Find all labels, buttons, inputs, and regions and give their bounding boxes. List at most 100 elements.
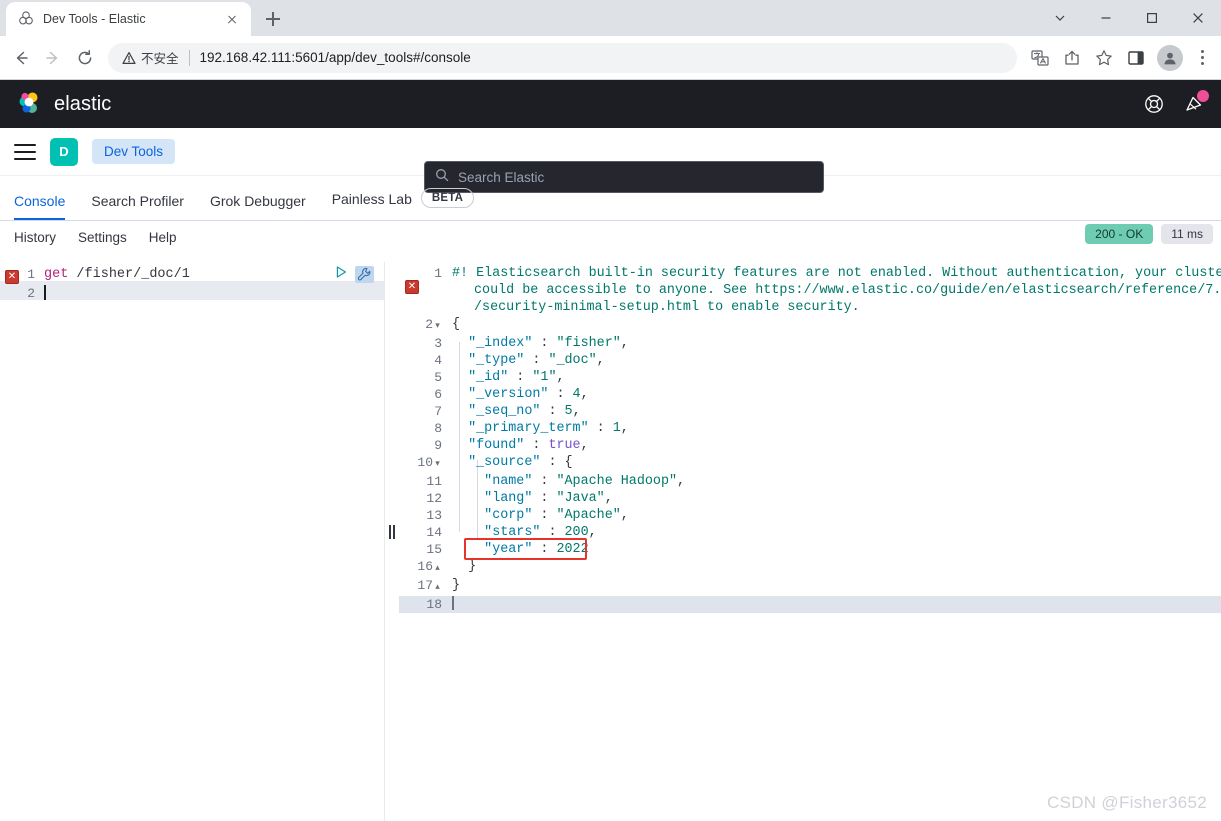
response-time-badge: 11 ms [1161,224,1213,244]
unfold-toggle-icon[interactable]: ▴ [433,560,442,577]
editor-line[interactable]: 2 [0,284,385,303]
editor-lines: ✕ 1 get /fisher/_doc/1 2 [0,265,385,303]
profile-avatar-icon[interactable] [1157,44,1183,71]
response-line-number: 4 [434,353,442,368]
pane-splitter[interactable] [385,262,399,821]
editor-line-number: ✕ 1 [0,267,44,284]
hamburger-menu-icon[interactable] [14,143,36,160]
response-line-code: "corp" : "Apache", [484,508,629,523]
minimize-icon[interactable] [1083,2,1129,34]
response-line-number: 8 [434,421,442,436]
translate-icon[interactable] [1025,43,1055,73]
response-line: 17 ▴ } [399,577,1221,596]
browser-tab[interactable]: Dev Tools - Elastic [6,2,251,36]
console-menu-settings[interactable]: Settings [78,230,127,245]
response-line-year-highlighted: 15 "year" : 2022 [399,541,1221,558]
elastic-global-header: elastic Search Elastic [0,80,1221,193]
response-line-number: 9 [434,438,442,453]
bookmark-star-icon[interactable] [1089,43,1119,73]
fold-toggle-icon[interactable]: ▾ [433,318,442,335]
tab-search-profiler[interactable]: Search Profiler [91,193,184,220]
whats-new-announcement-icon[interactable] [1183,90,1209,115]
console-menu-bar: History Settings Help 200 - OK 11 ms [0,221,1221,253]
response-line: 12 "lang" : "Java", [399,490,1221,507]
response-line: 7 "_seq_no" : 5, [399,403,1221,420]
response-line-number: 1 [434,266,442,281]
response-editor[interactable]: ✕ 1 #! Elasticsearch built-in security f… [399,262,1221,821]
tab-search-profiler-label: Search Profiler [91,193,184,209]
tab-painless-lab-label: Painless Lab [331,190,412,207]
drag-handle-icon[interactable] [388,524,396,540]
omnibox-divider [188,49,190,66]
warning-triangle-icon [122,51,136,64]
chrome-menu-icon[interactable] [1189,45,1215,71]
response-line-code: "name" : "Apache Hadoop", [484,474,686,489]
response-line-number: 14 [426,525,442,540]
response-line: /security-minimal-setup.html to enable s… [399,299,1221,316]
editor-caret[interactable] [44,285,46,301]
request-path: /fisher/_doc/1 [76,267,190,282]
help-lifebuoy-icon[interactable] [1143,93,1165,115]
response-line: 4 "_type" : "_doc", [399,352,1221,369]
browser-toolbar: 不安全 192.168.42.111:5601/app/dev_tools#/c… [0,36,1221,80]
header-right-actions [1143,80,1209,128]
response-line-number: 15 [426,542,442,557]
console-menu-help[interactable]: Help [149,230,177,245]
forward-arrow-icon[interactable] [38,43,68,73]
close-icon[interactable] [223,10,241,28]
response-line: 3 "_index" : "fisher", [399,335,1221,352]
error-x-icon[interactable]: ✕ [5,269,19,284]
tab-grok-debugger[interactable]: Grok Debugger [210,193,306,220]
unfold-toggle-icon[interactable]: ▴ [433,579,442,596]
response-line-code: } [452,578,461,593]
tab-painless-lab[interactable]: Painless Lab BETA [331,188,475,220]
tab-console[interactable]: Console [14,193,66,220]
app-root: Dev Tools - Elastic 不安全 192.168.42.111:5… [0,0,1221,821]
editor-line[interactable]: ✕ 1 get /fisher/_doc/1 [0,265,385,284]
status-badge: 200 - OK [1085,224,1154,244]
url-text[interactable]: 192.168.42.111:5601/app/dev_tools#/conso… [200,50,471,65]
response-line-number: 3 [434,336,442,351]
response-line: could be accessible to anyone. See https… [399,282,1221,299]
response-line-number: 13 [426,508,442,523]
back-arrow-icon[interactable] [6,43,36,73]
response-line-number: 7 [434,404,442,419]
response-line: 1 #! Elasticsearch built-in security fea… [399,265,1221,282]
response-line-code: } [468,559,477,574]
wrench-settings-icon[interactable] [355,266,374,283]
close-window-icon[interactable] [1175,2,1221,34]
share-icon[interactable] [1057,43,1087,73]
address-bar[interactable]: 不安全 192.168.42.111:5601/app/dev_tools#/c… [108,42,1017,73]
maximize-icon[interactable] [1129,2,1175,34]
response-line-code: "lang" : "Java", [484,491,613,506]
response-line-number: 18 [426,597,442,612]
response-line: 11 "name" : "Apache Hadoop", [399,473,1221,490]
elastic-brand[interactable]: elastic [16,90,111,118]
tab-grok-debugger-label: Grok Debugger [209,193,306,209]
elastic-wordmark: elastic [54,92,112,115]
response-line: 18 [399,596,1221,613]
response-line-code: "_id" : "1", [468,370,565,385]
console-menu-history[interactable]: History [14,230,56,245]
chevron-down-icon[interactable] [1037,2,1083,34]
response-line-code: could be accessible to anyone. See https… [474,283,1221,298]
response-line-number: 16 ▴ [399,558,446,577]
plus-icon[interactable] [259,5,287,33]
global-search-bar[interactable]: Search Elastic [424,161,824,193]
request-editor[interactable]: ✕ 1 get /fisher/_doc/1 2 [0,262,385,821]
side-panel-icon[interactable] [1121,43,1151,73]
response-line: 5 "_id" : "1", [399,369,1221,386]
site-security-indicator[interactable]: 不安全 [122,48,179,67]
beta-badge: BETA [420,188,475,208]
reload-icon[interactable] [70,43,100,73]
fold-toggle-icon[interactable]: ▾ [433,456,442,473]
editor-line-code[interactable]: get /fisher/_doc/1 [44,267,190,282]
breadcrumb-dev-tools[interactable]: Dev Tools [92,139,176,164]
response-line: 6 "_version" : 4, [399,386,1221,403]
browser-tab-title: Dev Tools - Elastic [43,12,146,26]
play-run-icon[interactable] [334,265,348,284]
browser-tabstrip: Dev Tools - Elastic [0,0,1221,36]
space-avatar[interactable]: D [50,137,78,166]
response-caret [446,596,454,613]
search-input[interactable]: Search Elastic [458,170,544,185]
